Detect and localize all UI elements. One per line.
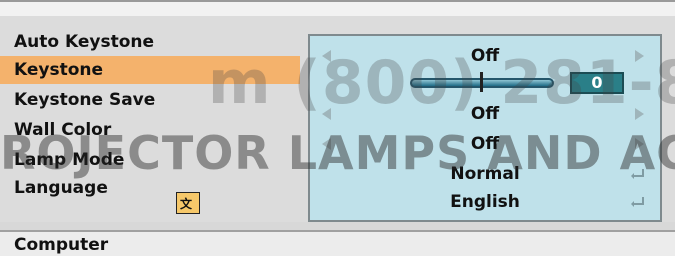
osd-window: Auto Keystone Keystone Keystone Save Wal… [0,0,675,256]
watermark-text: ROJECTOR LAMPS AND ACCESSORIES [0,126,675,180]
enter-icon[interactable] [630,194,646,210]
language-icon: 文 [176,192,200,214]
svg-text:文: 文 [180,196,193,211]
settings-panel: Auto Keystone Keystone Keystone Save Wal… [0,16,675,222]
top-strip [0,2,675,16]
menu-item-label: Keystone [14,60,104,80]
menu-item-label: Keystone Save [14,90,156,110]
menu-item-label: Language [14,178,108,198]
footer-label: Computer [14,235,109,255]
menu-item-label: Auto Keystone [14,32,155,52]
watermark-phone: m (800) 281-8860 [208,48,675,118]
footer-bar: Computer [0,230,675,256]
language-value: English [450,192,520,212]
